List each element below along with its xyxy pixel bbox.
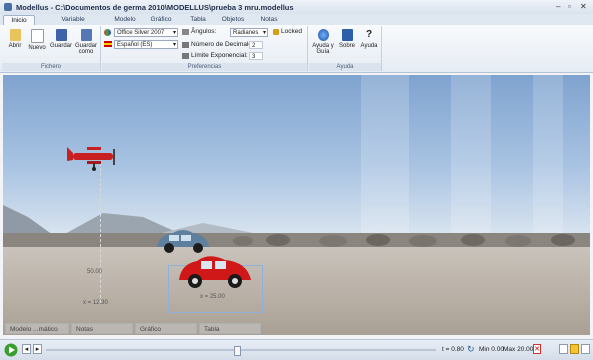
theme-icon xyxy=(104,29,111,36)
new-file-icon xyxy=(30,29,44,43)
locked-toggle[interactable]: Locked xyxy=(281,27,302,37)
tab-modelo-matematico[interactable]: Modelo ...mático xyxy=(5,323,69,334)
help-label: Ayuda xyxy=(360,43,378,49)
max-value[interactable]: Max 20.00 xyxy=(503,346,533,353)
question-icon: ? xyxy=(365,29,373,40)
lock-icon xyxy=(273,29,279,35)
view-mode-2-icon[interactable] xyxy=(570,344,579,354)
time-slider[interactable] xyxy=(46,346,436,356)
title-bar: Modellus - C:\Documentos de germa 2010\M… xyxy=(0,0,593,15)
group-ayuda: Ayuda y Guía Sobre ? Ayuda Ayuda xyxy=(309,26,382,71)
play-icon[interactable] xyxy=(4,343,18,357)
rocks-row xyxy=(3,233,590,247)
language-value: Español (ES) xyxy=(117,42,153,48)
save-as-icon xyxy=(80,29,92,41)
tab-notas[interactable]: Notas xyxy=(256,15,282,25)
exponent-icon xyxy=(182,53,189,59)
save-label: Guardar xyxy=(50,43,73,49)
save-icon xyxy=(55,29,67,41)
save-button[interactable]: Guardar xyxy=(50,29,72,61)
app-icon xyxy=(4,3,12,11)
angles-select[interactable]: Radianes ▾ xyxy=(230,28,268,37)
ribbon: Abrir Nuevo Guardar Guardar como Fichero… xyxy=(0,25,593,73)
help-button[interactable]: ? Ayuda xyxy=(358,29,380,61)
group-ayuda-label: Ayuda xyxy=(309,63,381,71)
tab-grafico[interactable]: Gráfico xyxy=(146,15,176,25)
view-mode-3-icon[interactable] xyxy=(581,344,590,354)
stop-icon[interactable]: ✕ xyxy=(533,344,541,354)
globe-icon xyxy=(317,29,329,41)
exp-input[interactable]: 3 xyxy=(249,52,263,60)
plane-value-label: 50.00 xyxy=(87,269,103,275)
time-value: t = 0.80 xyxy=(442,346,464,353)
ribbon-tabs: Inicio Variable Independiente Modelo Grá… xyxy=(0,14,593,33)
help-guide-button[interactable]: Ayuda y Guía xyxy=(311,29,335,61)
plane-x-label: x = 12.30 xyxy=(83,300,108,306)
about-icon xyxy=(341,29,353,41)
plane-guide-line xyxy=(100,163,101,303)
step-forward-icon[interactable]: ▸ xyxy=(33,344,42,354)
player-bar: ◂ ▸ t = 0.80 ↻ Min 0.00 Max 20.00 ✕ xyxy=(0,339,593,360)
close-button[interactable]: ✕ xyxy=(580,2,587,11)
group-fichero-label: Fichero xyxy=(2,63,100,71)
tab-variable-independiente[interactable]: Variable Independiente xyxy=(40,15,106,33)
tab-tabla-window[interactable]: Tabla xyxy=(199,323,261,334)
chevron-down-icon: ▾ xyxy=(172,30,176,36)
chevron-down-icon: ▾ xyxy=(262,30,266,36)
window-title: Modellus - C:\Documentos de germa 2010\M… xyxy=(16,3,294,12)
about-label: Sobre xyxy=(338,43,355,49)
red-car-object[interactable] xyxy=(175,252,255,292)
decimals-label: Número de Decimales: xyxy=(191,41,258,48)
reset-icon[interactable]: ↻ xyxy=(467,344,475,355)
save-as-label: Guardar como xyxy=(74,43,97,55)
time-slider-knob[interactable] xyxy=(234,346,241,356)
group-fichero: Abrir Nuevo Guardar Guardar como Fichero xyxy=(2,26,101,71)
tab-grafico-window[interactable]: Gráfico xyxy=(135,323,197,334)
tab-notas-window[interactable]: Notas xyxy=(71,323,133,334)
rocks-shapes xyxy=(233,234,575,247)
tab-objetos[interactable]: Objetos xyxy=(218,15,248,25)
group-preferencias-label: Preferencias xyxy=(102,63,307,71)
chevron-down-icon: ▾ xyxy=(172,42,176,48)
theme-value: Office Silver 2007 xyxy=(117,30,165,36)
view-mode-1-icon[interactable] xyxy=(559,344,568,354)
blue-car-object[interactable] xyxy=(153,227,213,255)
animation-canvas[interactable]: 50.00 x = 12.30 x = 25.00 xyxy=(3,75,590,335)
minimize-button[interactable]: – xyxy=(556,2,560,11)
window-tabs: Modelo ...mático Notas Gráfico Tabla xyxy=(3,323,590,335)
about-button[interactable]: Sobre xyxy=(336,29,358,61)
min-value[interactable]: Min 0.00 xyxy=(479,346,504,353)
new-button[interactable]: Nuevo xyxy=(26,29,48,61)
group-preferencias: Office Silver 2007 ▾ Español (ES) ▾ Ângulo… xyxy=(102,26,308,71)
save-as-button[interactable]: Guardar como xyxy=(74,29,98,61)
new-label: Nuevo xyxy=(28,45,46,51)
tab-modelo[interactable]: Modelo xyxy=(110,15,140,25)
tab-tabla[interactable]: Tabla xyxy=(186,15,210,25)
open-label: Abrir xyxy=(8,43,22,49)
folder-icon xyxy=(9,29,21,41)
decimals-input[interactable]: 2 xyxy=(249,41,263,49)
spain-flag-icon xyxy=(104,41,112,47)
decimals-icon xyxy=(182,42,189,48)
ground xyxy=(3,247,590,335)
maximize-button[interactable]: ▫ xyxy=(568,2,571,11)
airplane-object[interactable] xyxy=(65,145,127,171)
open-button[interactable]: Abrir xyxy=(4,29,26,61)
angle-icon xyxy=(182,29,189,35)
exp-label: Límite Exponencial: xyxy=(191,52,248,59)
help-guide-label: Ayuda y Guía xyxy=(312,43,334,55)
angles-label: Ângulos: xyxy=(191,28,217,35)
step-back-icon[interactable]: ◂ xyxy=(22,344,31,354)
angles-value: Radianes xyxy=(233,30,259,36)
car-x-label: x = 25.00 xyxy=(200,294,225,300)
theme-select[interactable]: Office Silver 2007 ▾ xyxy=(114,28,178,37)
language-select[interactable]: Español (ES) ▾ xyxy=(114,40,178,49)
